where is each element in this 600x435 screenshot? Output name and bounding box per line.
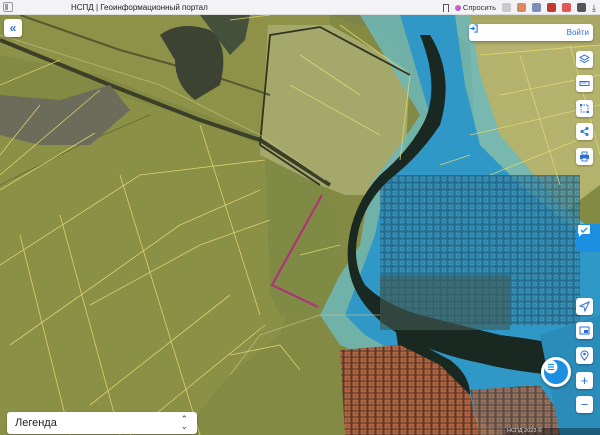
double-chevron-left-icon: « — [9, 21, 17, 35]
list-menu-icon — [544, 360, 558, 374]
area-measure-icon — [580, 104, 589, 113]
chevron-updown-icon: ⌃ ⌄ — [180, 414, 188, 431]
extension-icon[interactable] — [517, 3, 527, 12]
ask-icon — [454, 4, 461, 11]
print-icon — [580, 151, 589, 162]
zoom-in-icon: + — [580, 373, 589, 388]
extension-shield-icon[interactable] — [502, 3, 512, 12]
share-icon — [580, 127, 589, 136]
ruler-icon — [579, 81, 590, 86]
screen-button[interactable] — [576, 322, 593, 339]
extension-icon[interactable] — [562, 3, 572, 12]
extension-icon[interactable] — [547, 3, 557, 12]
copyright-text: НСПД 2023 © — [505, 428, 600, 435]
login-arrow-icon — [469, 24, 478, 33]
download-icon[interactable]: ⤓ — [592, 3, 596, 13]
browser-toolbar: Спросить ⤓ — [442, 1, 596, 14]
layers-icon — [579, 54, 590, 64]
sidebar-toggle-icon[interactable] — [3, 2, 13, 12]
login-button[interactable]: Войти — [469, 24, 593, 41]
screen-icon — [579, 326, 590, 335]
ask-label: Спросить — [462, 3, 497, 12]
bookmark-icon[interactable] — [442, 3, 449, 12]
zoom-in-button[interactable]: + — [576, 372, 593, 389]
location-button[interactable] — [576, 347, 593, 364]
zoom-out-button[interactable]: − — [576, 396, 593, 413]
print-button[interactable] — [576, 148, 593, 165]
ruler-button[interactable] — [576, 75, 593, 92]
tab-title: НСПД | Геоинформационный портал — [71, 2, 208, 12]
ask-button[interactable]: Спросить — [454, 3, 497, 12]
area-measure-button[interactable] — [576, 100, 593, 117]
layers-button[interactable] — [576, 51, 593, 68]
navigate-button[interactable] — [576, 298, 593, 315]
navigate-arrow-icon — [579, 301, 590, 312]
location-icon — [580, 350, 589, 361]
legend-dropdown[interactable]: Легенда ⌃ ⌄ — [7, 412, 197, 434]
login-label: Войти — [566, 28, 589, 37]
satellite-map — [0, 15, 600, 435]
legend-label: Легенда — [15, 417, 57, 429]
share-button[interactable] — [576, 123, 593, 140]
zoom-out-icon: − — [580, 397, 589, 412]
browser-top-bar: НСПД | Геоинформационный портал Спросить… — [0, 0, 600, 15]
feedback-tab[interactable] — [576, 224, 600, 252]
collapse-panel-button[interactable]: « — [4, 19, 22, 37]
extension-icon[interactable] — [532, 3, 542, 12]
extension-icon[interactable] — [577, 3, 587, 12]
map-canvas[interactable]: « Войти + − Легенда ⌃ ⌄ НСПД 2023 © — [0, 15, 600, 435]
feedback-icon — [578, 225, 590, 237]
menu-fab[interactable] — [541, 357, 571, 387]
